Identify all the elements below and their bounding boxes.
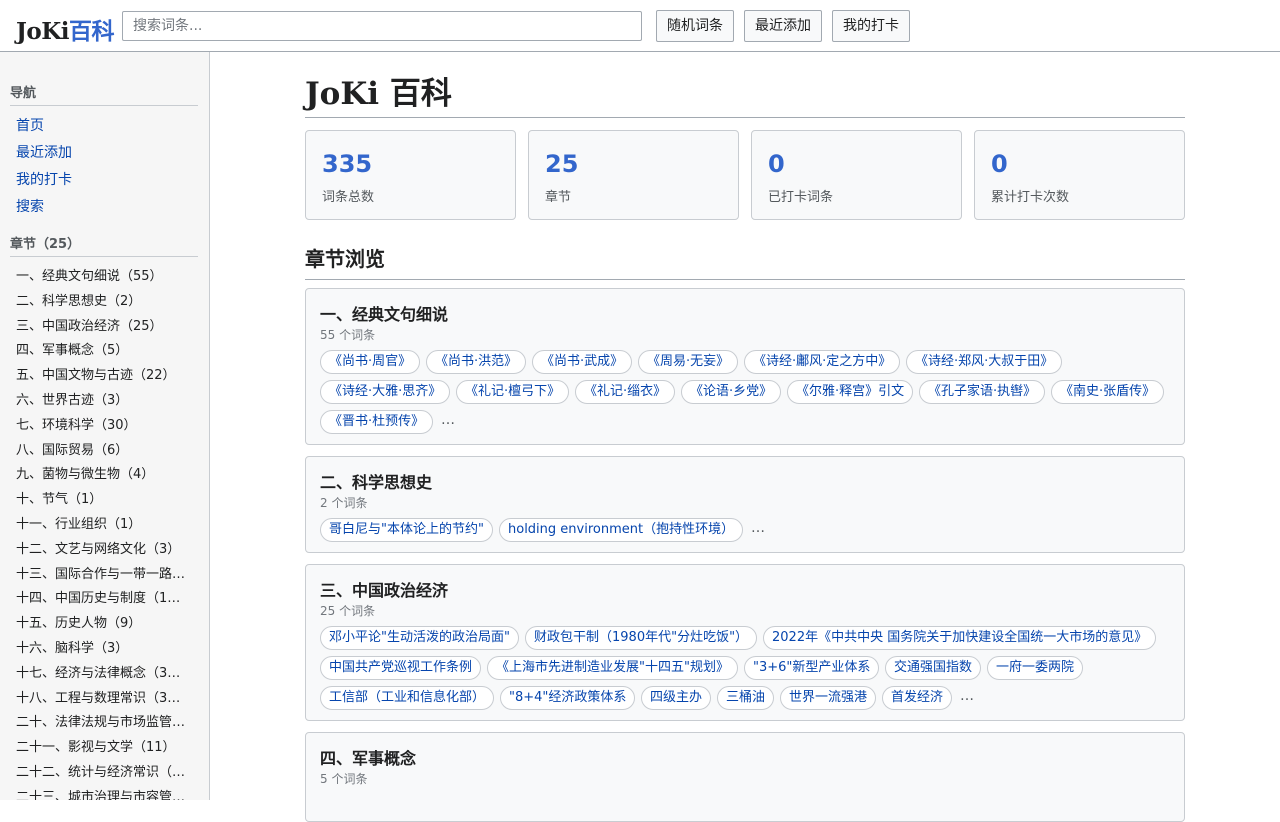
entry-tag[interactable]: 《周易·无妄》: [638, 350, 739, 374]
entry-tag[interactable]: 工信部（工业和信息化部）: [320, 686, 495, 710]
logo-accent: 百科: [68, 19, 115, 45]
stat-label: 已打卡词条: [768, 190, 834, 205]
entry-tag[interactable]: "3+6"新型产业体系: [744, 656, 880, 680]
chapter-title[interactable]: 二、科学思想史: [320, 469, 432, 493]
sidebar: 导航 首页 最近添加 我的打卡 搜索 章节（25） 一、经典文句细说（55） 二、…: [0, 52, 210, 800]
sidebar-item-recent[interactable]: 最近添加: [16, 142, 72, 162]
entry-tag[interactable]: 财政包干制（1980年代"分灶吃饭"）: [525, 626, 758, 650]
entry-tag[interactable]: 世界一流强港: [780, 686, 877, 710]
sidebar-chapters-heading: 章节（25）: [10, 233, 198, 257]
entry-tag[interactable]: 《礼记·檀弓下》: [456, 380, 570, 404]
random-entry-button[interactable]: 随机词条: [656, 10, 734, 42]
stat-card-total-entries: 335 词条总数: [305, 130, 516, 220]
chapter-title[interactable]: 三、中国政治经济: [320, 577, 448, 601]
entry-tag[interactable]: 《诗经·鄘风·定之方中》: [744, 350, 901, 374]
stat-value: 0: [991, 150, 1008, 178]
more-entries-ellipsis[interactable]: …: [960, 688, 974, 704]
entry-tag[interactable]: 邓小平论"生动活泼的政治局面": [320, 626, 519, 650]
stat-value: 25: [545, 150, 579, 178]
chapter-card: 四、军事概念 5 个词条: [305, 732, 1185, 822]
top-bar: JoKi百科 随机词条 最近添加 我的打卡: [0, 0, 1280, 52]
sidebar-chapter-item[interactable]: 四、军事概念（5）: [16, 339, 188, 358]
entry-tag[interactable]: 首发经济: [882, 686, 953, 710]
recent-added-button[interactable]: 最近添加: [744, 10, 822, 42]
sidebar-item-home[interactable]: 首页: [16, 115, 44, 135]
sidebar-chapter-item[interactable]: 六、世界古迹（3）: [16, 389, 188, 408]
sidebar-chapter-item[interactable]: 三、中国政治经济（25）: [16, 315, 188, 334]
chapter-card: 三、中国政治经济 25 个词条邓小平论"生动活泼的政治局面" 财政包干制（1980年…: [305, 564, 1185, 721]
section-heading: 章节浏览: [305, 244, 1185, 280]
entry-tag[interactable]: 交通强国指数: [885, 656, 982, 680]
chapter-entry-count: 5 个词条: [320, 772, 368, 786]
entry-tag[interactable]: 哥白尼与"本体论上的节约": [320, 518, 493, 542]
chapter-title[interactable]: 一、经典文句细说: [320, 301, 448, 325]
entry-tag[interactable]: 《诗经·郑风·大叔于田》: [906, 350, 1063, 374]
chapter-card: 一、经典文句细说 55 个词条《尚书·周官》 《尚书·洪范》 《尚书·武成》 《周易·无…: [305, 288, 1185, 445]
sidebar-item-checkin[interactable]: 我的打卡: [16, 169, 72, 189]
entry-tag[interactable]: 《诗经·大雅·思齐》: [320, 380, 451, 404]
entry-tag[interactable]: 《尚书·洪范》: [426, 350, 527, 374]
sidebar-chapter-item[interactable]: 八、国际贸易（6）: [16, 439, 188, 458]
chapter-title[interactable]: 四、军事概念: [320, 745, 416, 769]
sidebar-chapter-item[interactable]: 十八、工程与数理常识（32）: [16, 687, 188, 706]
stat-value: 335: [322, 150, 373, 178]
entry-tag[interactable]: 中国共产党巡视工作条例: [320, 656, 482, 680]
sidebar-chapter-item[interactable]: 十四、中国历史与制度（17）: [16, 587, 188, 606]
chapter-card: 二、科学思想史 2 个词条哥白尼与"本体论上的节约" holding environ…: [305, 456, 1185, 553]
sidebar-chapter-item[interactable]: 十五、历史人物（9）: [16, 612, 188, 631]
sidebar-chapter-item[interactable]: 一、经典文句细说（55）: [16, 265, 188, 284]
stat-value: 0: [768, 150, 785, 178]
entry-tag[interactable]: 四级主办: [641, 686, 712, 710]
sidebar-chapter-item[interactable]: 十七、经济与法律概念（30）: [16, 662, 188, 681]
entry-tag[interactable]: 《尔雅·释宫》引文: [787, 380, 914, 404]
entry-tag[interactable]: 《孔子家语·执辔》: [919, 380, 1046, 404]
stat-label: 累计打卡次数: [991, 190, 1070, 205]
sidebar-chapter-item[interactable]: 二十、法律法规与市场监管…: [16, 711, 188, 730]
sidebar-item-search[interactable]: 搜索: [16, 196, 44, 216]
entry-tag[interactable]: 《尚书·武成》: [532, 350, 633, 374]
sidebar-chapter-item[interactable]: 二、科学思想史（2）: [16, 290, 188, 309]
site-logo[interactable]: JoKi百科: [16, 12, 114, 46]
entry-tag[interactable]: 《南史·张盾传》: [1051, 380, 1165, 404]
entry-tag[interactable]: 2022年《中共中央 国务院关于加快建设全国统一大市场的意见》: [763, 626, 1157, 650]
sidebar-chapter-item[interactable]: 九、菌物与微生物（4）: [16, 463, 188, 482]
chapter-entry-count: 25 个词条: [320, 604, 376, 618]
entry-tag[interactable]: 《论语·乡党》: [681, 380, 782, 404]
sidebar-chapter-item[interactable]: 二十二、统计与经济常识（8）: [16, 761, 188, 780]
search-input[interactable]: [122, 11, 642, 41]
sidebar-chapter-item[interactable]: 十六、脑科学（3）: [16, 637, 188, 656]
my-checkin-button[interactable]: 我的打卡: [832, 10, 910, 42]
entry-tag[interactable]: 《礼记·缁衣》: [575, 380, 676, 404]
page-title: JoKi 百科: [305, 74, 1185, 118]
sidebar-chapter-item[interactable]: 十一、行业组织（1）: [16, 513, 188, 532]
entry-tag[interactable]: 《上海市先进制造业发展"十四五"规划》: [487, 656, 738, 680]
sidebar-chapter-item[interactable]: 二十一、影视与文学（11）: [16, 736, 188, 755]
logo-text: JoKi: [16, 18, 69, 45]
more-entries-ellipsis[interactable]: …: [751, 520, 765, 536]
entry-tag[interactable]: 《尚书·周官》: [320, 350, 421, 374]
sidebar-chapter-item[interactable]: 十二、文艺与网络文化（3）: [16, 538, 188, 557]
entry-tag[interactable]: 一府一委两院: [987, 656, 1084, 680]
entry-tag[interactable]: "8+4"经济政策体系: [500, 686, 636, 710]
stat-card-checked-entries: 0 已打卡词条: [751, 130, 962, 220]
more-entries-ellipsis[interactable]: …: [441, 412, 455, 428]
entry-tag[interactable]: holding environment（抱持性环境）: [499, 518, 744, 542]
chapter-entry-count: 55 个词条: [320, 328, 376, 342]
entry-tag[interactable]: 《晋书·杜预传》: [320, 410, 434, 434]
stat-card-chapters: 25 章节: [528, 130, 739, 220]
sidebar-chapter-item[interactable]: 五、中国文物与古迹（22）: [16, 364, 188, 383]
stat-label: 词条总数: [322, 190, 375, 205]
stat-label: 章节: [545, 190, 572, 205]
stat-card-total-checkins: 0 累计打卡次数: [974, 130, 1185, 220]
chapter-entry-count: 2 个词条: [320, 496, 368, 510]
sidebar-chapter-item[interactable]: 二十三、城市治理与市容管…: [16, 786, 188, 800]
sidebar-chapter-item[interactable]: 七、环境科学（30）: [16, 414, 188, 433]
sidebar-chapter-item[interactable]: 十三、国际合作与一带一路…: [16, 563, 188, 582]
sidebar-chapter-item[interactable]: 十、节气（1）: [16, 488, 188, 507]
entry-tag[interactable]: 三桶油: [717, 686, 775, 710]
sidebar-nav-heading: 导航: [10, 82, 198, 106]
